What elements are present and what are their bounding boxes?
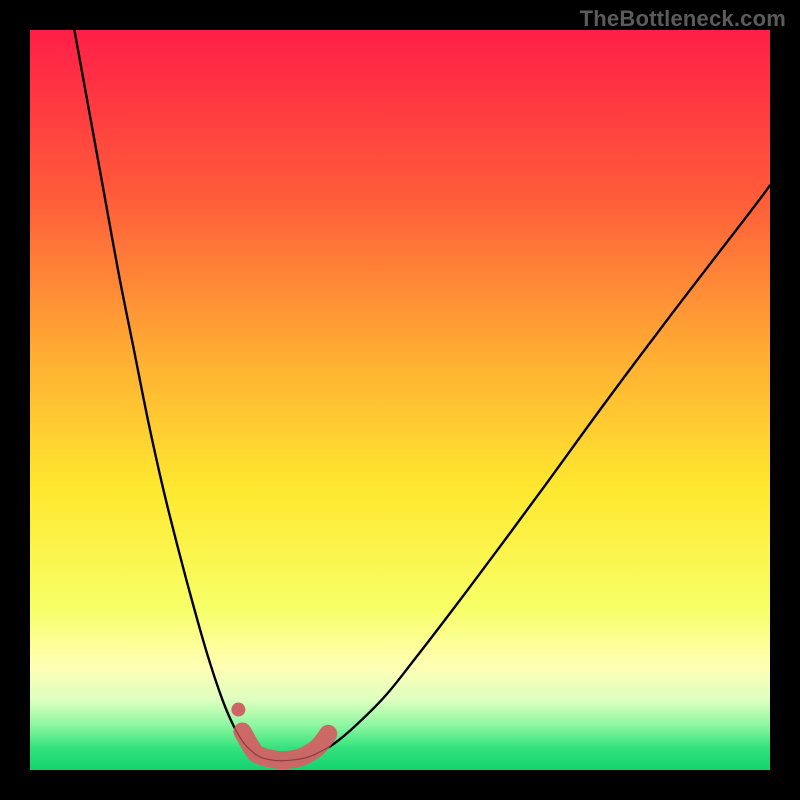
- chart-svg: [0, 0, 800, 800]
- valley-highlight-dot: [231, 703, 245, 717]
- plot-gradient: [30, 30, 770, 770]
- chart-stage: TheBottleneck.com: [0, 0, 800, 800]
- watermark-text: TheBottleneck.com: [580, 6, 786, 32]
